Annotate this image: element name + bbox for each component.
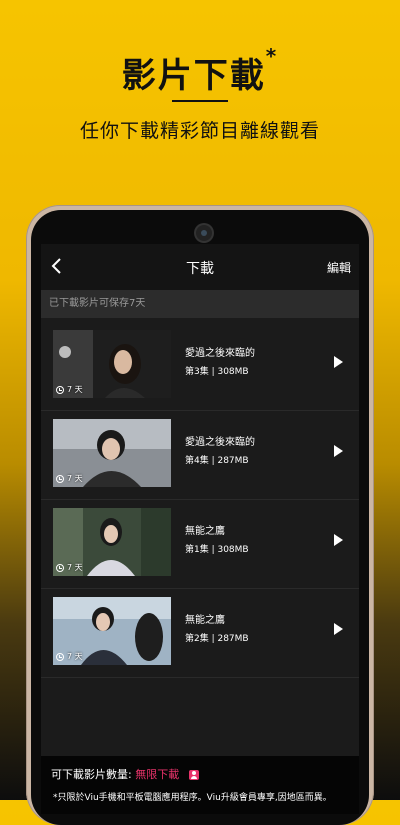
list-item[interactable]: 7 天 愛過之後來臨的 第4集 | 287MB [41,411,359,500]
phone-frame: 下載 編輯 已下載影片可保存7天 7 天 愛過之後來臨的 第3集 | 308MB [26,205,374,825]
play-icon[interactable] [334,623,343,635]
video-thumbnail[interactable]: 7 天 [53,330,171,398]
download-list: 7 天 愛過之後來臨的 第3集 | 308MB 7 天 愛過之後來臨的 第4集 … [41,322,359,678]
quota-line: 可下載影片數量: 無限下載 [51,766,199,782]
item-meta: 第1集 | 308MB [185,545,249,555]
expiry-badge: 7 天 [56,651,83,662]
promo-subtitle: 任你下載精彩節目離線觀看 [79,120,320,142]
app-bar: 下載 編輯 [41,244,359,290]
video-thumbnail[interactable]: 7 天 [53,508,171,576]
retention-notice: 已下載影片可保存7天 [41,290,359,318]
play-icon[interactable] [334,445,343,457]
list-item[interactable]: 7 天 無能之鷹 第1集 | 308MB [41,500,359,589]
item-title: 愛過之後來臨的 [185,437,255,448]
item-meta: 第4集 | 287MB [185,456,249,466]
item-meta: 第3集 | 308MB [185,367,249,377]
list-item[interactable]: 7 天 無能之鷹 第2集 | 287MB [41,589,359,678]
disclaimer-text: *只限於Viu手機和平板電腦應用程序。Viu升級會員專享,因地區而異。 [53,793,332,803]
app-screen: 下載 編輯 已下載影片可保存7天 7 天 愛過之後來臨的 第3集 | 308MB [41,244,359,814]
item-title: 愛過之後來臨的 [185,348,255,359]
quota-label: 可下載影片數量: [51,768,132,781]
user-icon [188,770,199,780]
item-title: 無能之鷹 [185,526,225,537]
play-icon[interactable] [334,356,343,368]
list-item[interactable]: 7 天 愛過之後來臨的 第3集 | 308MB [41,322,359,411]
expiry-badge: 7 天 [56,473,83,484]
video-thumbnail[interactable]: 7 天 [53,597,171,665]
page-title: 下載 [186,261,214,277]
promo-divider [172,100,228,102]
clock-icon [56,474,64,483]
clock-icon [56,563,64,572]
camera-icon [196,225,212,241]
play-icon[interactable] [334,534,343,546]
item-meta: 第2集 | 287MB [185,634,249,644]
edit-button[interactable]: 編輯 [327,259,351,276]
item-title: 無能之鷹 [185,615,225,626]
quota-value: 無限下載 [135,768,180,781]
video-thumbnail[interactable]: 7 天 [53,419,171,487]
clock-icon [56,385,64,394]
promo-title: 影片下載* [121,44,279,96]
clock-icon [56,652,64,661]
expiry-badge: 7 天 [56,384,83,395]
download-quota-footer: 可下載影片數量: 無限下載 *只限於Viu手機和平板電腦應用程序。Viu升級會員… [41,756,359,814]
expiry-badge: 7 天 [56,562,83,573]
